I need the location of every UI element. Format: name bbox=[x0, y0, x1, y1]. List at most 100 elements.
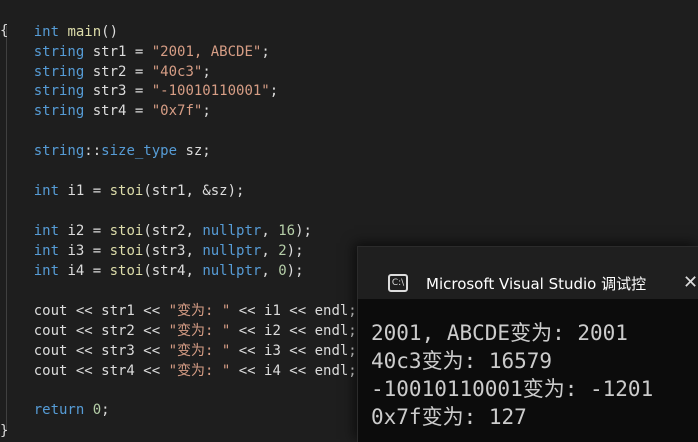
close-brace: } bbox=[0, 423, 9, 439]
code-line-str1[interactable]: string str1 = "2001, ABCDE"; bbox=[0, 42, 270, 62]
code-text: cout << str3 << bbox=[33, 343, 169, 359]
console-titlebar[interactable]: C:\ Microsoft Visual Studio 调试控 ✕ bbox=[358, 247, 698, 299]
keyword-nullptr: nullptr bbox=[202, 223, 262, 239]
function-call: stoi bbox=[109, 223, 144, 239]
code-line-cout1[interactable]: cout << str1 << "变为: " << i1 << endl; bbox=[0, 301, 357, 321]
semicolon: ; bbox=[202, 64, 211, 80]
code-line-cout3[interactable]: cout << str3 << "变为: " << i3 << endl; bbox=[0, 341, 357, 361]
type-keyword: string bbox=[33, 44, 85, 60]
debug-console-window[interactable]: C:\ Microsoft Visual Studio 调试控 ✕ 2001, … bbox=[357, 246, 698, 442]
code-line-close-brace[interactable]: } bbox=[0, 421, 8, 441]
code-line-size-type[interactable]: string::size_type sz; bbox=[0, 141, 211, 161]
string-literal: "-10010110001" bbox=[151, 83, 270, 99]
open-brace: { bbox=[0, 23, 9, 39]
code-text: str1 = bbox=[84, 44, 152, 60]
code-text: << i4 << endl; bbox=[230, 363, 357, 379]
code-line-i4[interactable]: int i4 = stoi(str4, nullptr, 0); bbox=[0, 261, 304, 281]
console-app-icon: C:\ bbox=[388, 274, 408, 292]
number-literal: 16 bbox=[278, 223, 296, 239]
console-title: Microsoft Visual Studio 调试控 bbox=[426, 275, 647, 293]
code-text: i4 = bbox=[59, 263, 110, 279]
code-text: i1 = bbox=[59, 183, 110, 199]
close-icon[interactable]: ✕ bbox=[683, 271, 698, 295]
type-keyword: string bbox=[33, 83, 85, 99]
code-line-str3[interactable]: string str3 = "-10010110001"; bbox=[0, 81, 278, 101]
code-line-cout4[interactable]: cout << str4 << "变为: " << i4 << endl; bbox=[0, 361, 357, 381]
string-literal: "2001, ABCDE" bbox=[151, 44, 262, 60]
code-text: (str3, bbox=[143, 243, 203, 259]
console-output-line: 2001, ABCDE变为: 2001 bbox=[371, 321, 628, 345]
code-text: ); bbox=[286, 263, 304, 279]
code-text: sz; bbox=[177, 143, 211, 159]
string-literal: "40c3" bbox=[151, 64, 203, 80]
code-text: cout << str4 << bbox=[33, 363, 169, 379]
number-literal: 0 bbox=[278, 263, 287, 279]
code-line-main[interactable]: int main() bbox=[0, 2, 118, 40]
code-text: << i2 << endl; bbox=[230, 323, 357, 339]
keyword-int: int bbox=[33, 243, 60, 259]
code-text: str2 = bbox=[84, 64, 152, 80]
type-keyword: string bbox=[33, 64, 85, 80]
code-text: str3 = bbox=[84, 83, 152, 99]
keyword-return: return bbox=[33, 402, 85, 418]
string-literal: "变为: " bbox=[168, 323, 231, 339]
keyword-int: int bbox=[33, 223, 60, 239]
semicolon: ; bbox=[101, 402, 110, 418]
code-line-open-brace[interactable]: { bbox=[0, 21, 8, 41]
type-keyword: string bbox=[33, 143, 85, 159]
number-literal: 0 bbox=[92, 402, 102, 418]
function-call: stoi bbox=[109, 183, 144, 199]
code-text: str4 = bbox=[84, 103, 152, 119]
code-line-str2[interactable]: string str2 = "40c3"; bbox=[0, 62, 211, 82]
code-text: (str1, &sz); bbox=[143, 183, 245, 199]
code-text: i3 = bbox=[59, 243, 110, 259]
string-literal: "变为: " bbox=[168, 363, 231, 379]
scope-operator: :: bbox=[84, 143, 102, 159]
string-literal: "变为: " bbox=[168, 343, 231, 359]
string-literal: "0x7f" bbox=[151, 103, 203, 119]
type-member: size_type bbox=[101, 143, 178, 159]
code-text: (str4, bbox=[143, 263, 203, 279]
string-literal: "变为: " bbox=[168, 303, 231, 319]
keyword-int: int bbox=[33, 24, 60, 40]
number-literal: 2 bbox=[278, 243, 287, 259]
code-text: << i1 << endl; bbox=[230, 303, 357, 319]
keyword-int: int bbox=[33, 263, 60, 279]
code-text: ); bbox=[295, 223, 312, 239]
code-line-i2[interactable]: int i2 = stoi(str2, nullptr, 16); bbox=[0, 221, 312, 241]
code-text: , bbox=[261, 223, 279, 239]
code-text: ); bbox=[286, 243, 304, 259]
semicolon: ; bbox=[202, 103, 211, 119]
code-line-i3[interactable]: int i3 = stoi(str3, nullptr, 2); bbox=[0, 241, 304, 261]
code-text: , bbox=[261, 243, 279, 259]
keyword-nullptr: nullptr bbox=[202, 263, 262, 279]
code-text: cout << str2 << bbox=[33, 323, 169, 339]
console-output-line: 40c3变为: 16579 bbox=[371, 349, 553, 373]
keyword-nullptr: nullptr bbox=[202, 243, 262, 259]
keyword-int: int bbox=[33, 183, 60, 199]
type-keyword: string bbox=[33, 103, 85, 119]
code-text: cout << str1 << bbox=[33, 303, 169, 319]
code-line-str4[interactable]: string str4 = "0x7f"; bbox=[0, 101, 211, 121]
code-text: << i3 << endl; bbox=[230, 343, 357, 359]
code-text: (str2, bbox=[143, 223, 203, 239]
console-output-line: -10010110001变为: -1201 bbox=[371, 377, 654, 401]
parens: () bbox=[101, 24, 119, 40]
function-call: stoi bbox=[109, 263, 144, 279]
code-line-i1[interactable]: int i1 = stoi(str1, &sz); bbox=[0, 181, 245, 201]
code-line-return[interactable]: return 0; bbox=[0, 400, 110, 420]
code-line-cout2[interactable]: cout << str2 << "变为: " << i2 << endl; bbox=[0, 321, 357, 341]
